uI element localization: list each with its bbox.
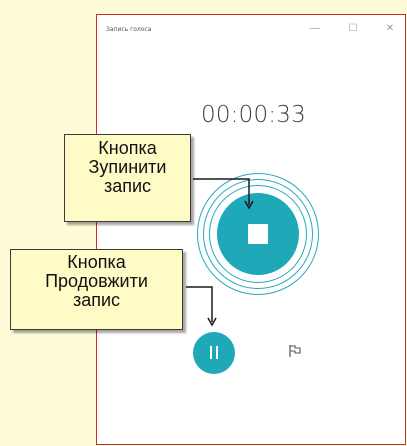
- voice-recorder-window: Запись голоса — ☐ ✕ 00:00:33: [96, 14, 406, 445]
- callout-resume-recording: Кнопка Продовжити запис: [10, 249, 183, 330]
- stop-icon: [248, 224, 268, 244]
- window-title: Запись голоса: [106, 26, 152, 33]
- callout-stop-line1: Кнопка: [98, 138, 157, 158]
- callout-stop-line2: Зупинити: [88, 157, 167, 177]
- stop-recording-button[interactable]: [217, 193, 299, 275]
- flag-icon[interactable]: [287, 343, 303, 359]
- minimize-button[interactable]: —: [309, 23, 321, 35]
- callout-resume-line1: Кнопка: [67, 252, 126, 272]
- callout-stop-line3: запис: [103, 176, 152, 196]
- callout-resume-line3: запис: [72, 290, 121, 310]
- close-button[interactable]: ✕: [384, 23, 396, 35]
- stop-recording-control: [197, 173, 319, 295]
- callout-stop-recording: Кнопка Зупинити запис: [64, 134, 191, 222]
- title-bar: Запись голоса — ☐ ✕: [97, 15, 405, 47]
- resume-recording-button[interactable]: [193, 332, 235, 374]
- callout-resume-line2: Продовжити: [45, 271, 148, 291]
- recording-timer: 00:00:33: [201, 102, 306, 128]
- maximize-button[interactable]: ☐: [347, 23, 359, 35]
